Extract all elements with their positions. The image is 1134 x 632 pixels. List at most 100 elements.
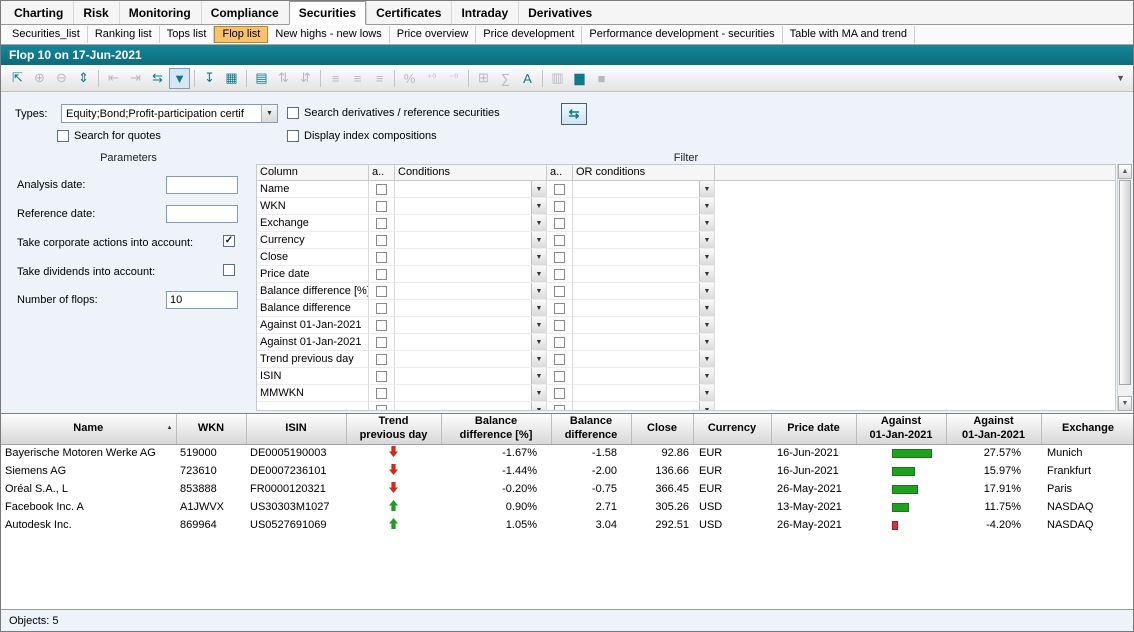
filter-or-checkbox-cell[interactable]	[547, 215, 573, 232]
menu-tab-charting[interactable]: Charting	[4, 1, 73, 24]
chevron-down-icon[interactable]: ▼	[531, 249, 546, 265]
filter-or-checkbox-cell[interactable]	[547, 181, 573, 198]
filter-and-checkbox-cell[interactable]	[369, 266, 395, 283]
chevron-down-icon[interactable]: ▼	[699, 385, 714, 401]
chevron-down-icon[interactable]: ▼	[699, 249, 714, 265]
filter-and-checkbox-cell[interactable]	[369, 215, 395, 232]
font-icon[interactable]: A	[517, 68, 538, 89]
menu-tab-derivatives[interactable]: Derivatives	[518, 1, 602, 24]
results-column-header-exchange[interactable]: Exchange	[1041, 414, 1133, 444]
chevron-down-icon[interactable]: ▼	[261, 105, 277, 122]
filter-condition-select[interactable]: ▼	[395, 198, 547, 215]
filter-or-checkbox[interactable]	[554, 405, 565, 412]
filter-and-checkbox-cell[interactable]	[369, 283, 395, 300]
results-column-header-isin[interactable]: ISIN	[246, 414, 346, 444]
filter-or-condition-select[interactable]: ▼	[573, 283, 715, 300]
chevron-down-icon[interactable]: ▼	[699, 402, 714, 411]
chevron-down-icon[interactable]: ▼	[699, 368, 714, 384]
filter-or-condition-select[interactable]: ▼	[573, 249, 715, 266]
filter-and-checkbox[interactable]	[376, 303, 387, 314]
filter-and-checkbox-cell[interactable]	[369, 334, 395, 351]
chevron-down-icon[interactable]: ▼	[699, 283, 714, 299]
filter-condition-select[interactable]: ▼	[395, 334, 547, 351]
chevron-down-icon[interactable]: ▼	[531, 283, 546, 299]
fit-view-icon[interactable]: ⇕	[73, 68, 94, 89]
chevron-down-icon[interactable]: ▼	[699, 232, 714, 248]
view-tab-price-overview[interactable]: Price overview	[390, 26, 477, 43]
filter-or-checkbox-cell[interactable]	[547, 317, 573, 334]
filter-and-checkbox-cell[interactable]	[369, 351, 395, 368]
view-tab-tops-list[interactable]: Tops list	[160, 26, 215, 43]
chart-bars-icon[interactable]: ▆	[569, 68, 590, 89]
results-row[interactable]: Facebook Inc. AA1JWVXUS30303M10270.90%2.…	[1, 498, 1133, 516]
filter-and-checkbox-cell[interactable]	[369, 300, 395, 317]
filter-or-condition-select[interactable]: ▼	[573, 300, 715, 317]
filter-condition-select[interactable]: ▼	[395, 232, 547, 249]
filter-or-checkbox[interactable]	[554, 269, 565, 280]
chevron-down-icon[interactable]: ▼	[699, 215, 714, 231]
filter-and-checkbox[interactable]	[376, 184, 387, 195]
filter-or-checkbox[interactable]	[554, 303, 565, 314]
view-tab-securities-list[interactable]: Securities_list	[5, 26, 88, 43]
filter-or-checkbox-cell[interactable]	[547, 283, 573, 300]
toolbar-overflow-icon[interactable]: ▼	[1116, 73, 1127, 83]
filter-condition-select[interactable]: ▼	[395, 402, 547, 411]
filter-and-checkbox[interactable]	[376, 320, 387, 331]
filter-condition-select[interactable]: ▼	[395, 283, 547, 300]
chevron-down-icon[interactable]: ▼	[699, 317, 714, 333]
filter-and-checkbox[interactable]	[376, 218, 387, 229]
results-row[interactable]: Autodesk Inc.869964US05276910691.05%3.04…	[1, 516, 1133, 534]
filter-or-checkbox-cell[interactable]	[547, 351, 573, 368]
results-column-header-trend-previous-day[interactable]: Trendprevious day	[346, 414, 441, 444]
chevron-down-icon[interactable]: ▼	[531, 402, 546, 411]
filter-condition-select[interactable]: ▼	[395, 385, 547, 402]
filter-or-checkbox-cell[interactable]	[547, 368, 573, 385]
view-tab-flop-list[interactable]: Flop list	[214, 26, 268, 43]
filter-or-condition-select[interactable]: ▼	[573, 266, 715, 283]
view-tab-new-highs-new-lows[interactable]: New highs - new lows	[268, 26, 389, 43]
filter-and-checkbox[interactable]	[376, 269, 387, 280]
results-column-header-against-01-jan-2021[interactable]: Against01-Jan-2021	[946, 414, 1041, 444]
menu-tab-certificates[interactable]: Certificates	[366, 1, 451, 24]
filter-and-checkbox[interactable]	[376, 388, 387, 399]
filter-or-checkbox-cell[interactable]	[547, 249, 573, 266]
reference-date-input[interactable]	[166, 205, 238, 223]
chevron-down-icon[interactable]: ▼	[531, 334, 546, 350]
chevron-down-icon[interactable]: ▼	[531, 300, 546, 316]
filter-or-condition-select[interactable]: ▼	[573, 351, 715, 368]
results-column-header-currency[interactable]: Currency	[693, 414, 771, 444]
filter-and-checkbox[interactable]	[376, 371, 387, 382]
filter-and-checkbox[interactable]	[376, 286, 387, 297]
open-chart-icon[interactable]: ⇱	[7, 68, 28, 89]
results-column-header-balance-difference[interactable]: Balancedifference [%]	[441, 414, 551, 444]
menu-tab-risk[interactable]: Risk	[73, 1, 118, 24]
results-column-header-balance-difference[interactable]: Balancedifference	[551, 414, 631, 444]
menu-tab-compliance[interactable]: Compliance	[201, 1, 289, 24]
filter-or-checkbox-cell[interactable]	[547, 300, 573, 317]
chevron-down-icon[interactable]: ▼	[531, 232, 546, 248]
filter-condition-select[interactable]: ▼	[395, 368, 547, 385]
run-search-button[interactable]: ⇆	[561, 103, 587, 125]
filter-or-condition-select[interactable]: ▼	[573, 368, 715, 385]
filter-and-checkbox[interactable]	[376, 405, 387, 412]
filter-condition-select[interactable]: ▼	[395, 215, 547, 232]
corporate-actions-checkbox[interactable]	[223, 235, 235, 247]
filter-or-condition-select[interactable]: ▼	[573, 402, 715, 411]
view-tab-performance-development-securities[interactable]: Performance development - securities	[582, 26, 782, 43]
filter-or-condition-select[interactable]: ▼	[573, 334, 715, 351]
filter-condition-select[interactable]: ▼	[395, 351, 547, 368]
export-icon[interactable]: ↧	[199, 68, 220, 89]
chevron-down-icon[interactable]: ▼	[531, 368, 546, 384]
filter-or-checkbox-cell[interactable]	[547, 334, 573, 351]
chevron-down-icon[interactable]: ▼	[531, 198, 546, 214]
search-derivatives-checkbox[interactable]	[287, 107, 299, 119]
filter-or-condition-select[interactable]: ▼	[573, 317, 715, 334]
chevron-down-icon[interactable]: ▼	[699, 351, 714, 367]
filter-or-condition-select[interactable]: ▼	[573, 385, 715, 402]
dividends-checkbox[interactable]	[223, 264, 235, 276]
filter-and-checkbox-cell[interactable]	[369, 232, 395, 249]
results-row[interactable]: Oréal S.A., L853888FR0000120321-0.20%-0.…	[1, 480, 1133, 498]
search-derivatives-option[interactable]: Search derivatives / reference securitie…	[287, 107, 500, 119]
results-row[interactable]: Bayerische Motoren Werke AG519000DE00051…	[1, 444, 1133, 462]
scrollbar-thumb[interactable]	[1119, 180, 1131, 385]
